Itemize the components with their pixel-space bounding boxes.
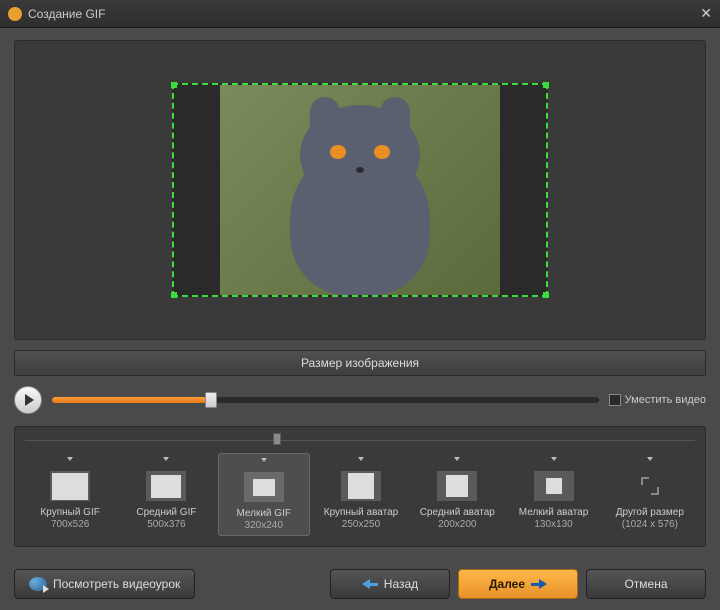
ruler-handle[interactable]: [273, 433, 281, 445]
crop-handle-tr[interactable]: [543, 82, 549, 88]
close-icon[interactable]: ✕: [700, 5, 712, 22]
preset-option-3[interactable]: Крупный аватар250x250: [316, 453, 406, 536]
chevron-down-icon[interactable]: [607, 457, 693, 467]
preset-sublabel: 320x240: [221, 520, 307, 531]
fit-video-label: Уместить видео: [625, 394, 706, 406]
preset-sublabel: 250x250: [318, 519, 404, 530]
chevron-down-icon[interactable]: [221, 458, 307, 468]
preset-thumb: [437, 471, 477, 501]
preset-thumb: [146, 471, 186, 501]
preset-sublabel: 130x130: [510, 519, 596, 530]
chevron-down-icon[interactable]: [123, 457, 209, 467]
crop-handle-br[interactable]: [543, 292, 549, 298]
back-button[interactable]: Назад: [330, 569, 450, 599]
preset-thumb: [630, 471, 670, 501]
tutorial-label: Посмотреть видеоурок: [53, 577, 180, 591]
section-header-size: Размер изображения: [14, 350, 706, 376]
window-title: Создание GIF: [28, 7, 700, 21]
chevron-down-icon[interactable]: [510, 457, 596, 467]
crop-selection[interactable]: [172, 83, 548, 297]
titlebar: Создание GIF ✕: [0, 0, 720, 28]
checkbox-icon: [609, 394, 621, 406]
preset-option-5[interactable]: Мелкий аватар130x130: [508, 453, 598, 536]
cancel-label: Отмена: [624, 577, 667, 591]
preset-label: Средний GIF: [123, 507, 209, 519]
preset-sublabel: 700x526: [27, 519, 113, 530]
preset-sublabel: 500x376: [123, 519, 209, 530]
tutorial-button[interactable]: Посмотреть видеоурок: [14, 569, 195, 599]
play-button[interactable]: [14, 386, 42, 414]
size-ruler[interactable]: [25, 433, 695, 447]
crop-handle-bl[interactable]: [171, 292, 177, 298]
preset-label: Крупный GIF: [27, 507, 113, 519]
preset-option-1[interactable]: Средний GIF500x376: [121, 453, 211, 536]
slider-fill: [52, 397, 211, 403]
expand-icon: [641, 477, 659, 495]
cancel-button[interactable]: Отмена: [586, 569, 706, 599]
preset-option-4[interactable]: Средний аватар200x200: [412, 453, 502, 536]
app-icon: [8, 7, 22, 21]
arrow-left-icon: [362, 579, 378, 589]
next-button[interactable]: Далее: [458, 569, 578, 599]
preview-image: [220, 85, 500, 295]
presets-panel: Крупный GIF700x526Средний GIF500x376Мелк…: [14, 426, 706, 547]
next-label: Далее: [489, 577, 525, 591]
preset-label: Средний аватар: [414, 507, 500, 519]
preset-label: Крупный аватар: [318, 507, 404, 519]
chevron-down-icon[interactable]: [414, 457, 500, 467]
chevron-down-icon[interactable]: [27, 457, 113, 467]
preset-sublabel: (1024 x 576): [607, 519, 693, 530]
preset-label: Мелкий GIF: [221, 508, 307, 520]
video-icon: [29, 577, 47, 591]
preset-thumb: [534, 471, 574, 501]
preset-thumb: [244, 472, 284, 502]
preset-thumb: [50, 471, 90, 501]
preset-sublabel: 200x200: [414, 519, 500, 530]
timeline-slider[interactable]: [52, 397, 599, 403]
chevron-down-icon[interactable]: [318, 457, 404, 467]
preset-label: Мелкий аватар: [510, 507, 596, 519]
back-label: Назад: [384, 577, 418, 591]
preset-label: Другой размер: [607, 507, 693, 519]
preset-option-6[interactable]: Другой размер(1024 x 576): [605, 453, 695, 536]
arrow-right-icon: [531, 579, 547, 589]
fit-video-checkbox[interactable]: Уместить видео: [609, 394, 706, 406]
preview-panel: [14, 40, 706, 340]
crop-handle-tl[interactable]: [171, 82, 177, 88]
preset-option-2[interactable]: Мелкий GIF320x240: [218, 453, 310, 536]
preset-thumb: [341, 471, 381, 501]
slider-thumb[interactable]: [205, 392, 217, 408]
preset-option-0[interactable]: Крупный GIF700x526: [25, 453, 115, 536]
